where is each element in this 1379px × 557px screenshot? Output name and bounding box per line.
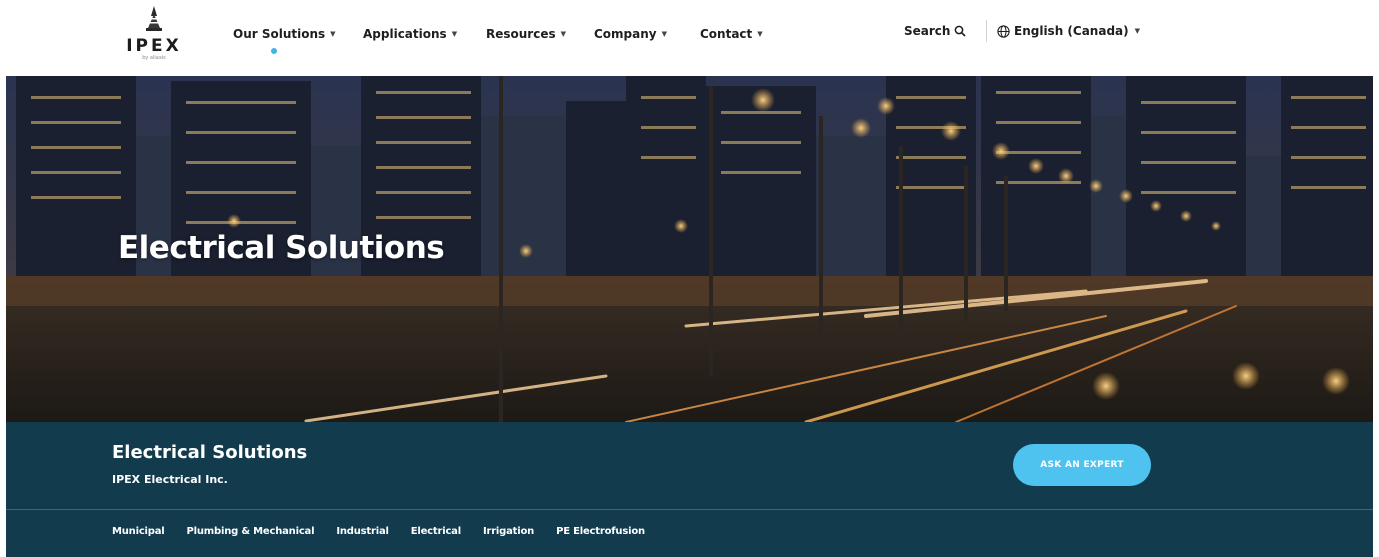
tab-municipal[interactable]: Municipal	[112, 526, 165, 537]
search-icon	[955, 25, 967, 37]
band-divider	[6, 509, 1373, 510]
section-title: Electrical Solutions	[112, 442, 308, 463]
nav-company[interactable]: Company ▼	[594, 24, 700, 44]
logo-tagline: by aliaxis	[142, 55, 166, 61]
nav-label: Company	[594, 27, 657, 41]
tab-pe-electrofusion[interactable]: PE Electrofusion	[556, 526, 645, 537]
nav-label: Applications	[363, 27, 447, 41]
tab-plumbing-mechanical[interactable]: Plumbing & Mechanical	[187, 526, 315, 537]
solutions-subnav: Municipal Plumbing & Mechanical Industri…	[112, 526, 667, 537]
ask-an-expert-button[interactable]: ASK AN EXPERT	[1013, 444, 1151, 486]
search-button[interactable]: Search	[904, 24, 967, 38]
tab-industrial[interactable]: Industrial	[336, 526, 389, 537]
chevron-down-icon: ▼	[451, 30, 458, 38]
nav-resources[interactable]: Resources ▼	[486, 24, 594, 44]
hero-title: Electrical Solutions	[118, 230, 445, 266]
chevron-down-icon: ▼	[757, 30, 763, 38]
tab-irrigation[interactable]: Irrigation	[483, 526, 534, 537]
chevron-down-icon: ▼	[330, 30, 336, 38]
solution-info-band: Electrical Solutions IPEX Electrical Inc…	[6, 422, 1373, 557]
ipex-logo[interactable]: IPEX by aliaxis	[112, 6, 196, 66]
chevron-down-icon: ▼	[1134, 27, 1141, 35]
nav-contact[interactable]: Contact ▼	[700, 24, 800, 44]
nav-label: Our Solutions	[233, 27, 326, 41]
nav-applications[interactable]: Applications ▼	[363, 24, 486, 44]
site-header: IPEX by aliaxis Our Solutions ▼ Applicat…	[0, 0, 1379, 76]
chevron-down-icon: ▼	[560, 30, 567, 38]
globe-icon	[997, 24, 1010, 38]
language-label: English (Canada)	[1014, 24, 1129, 38]
nav-label: Contact	[700, 27, 753, 41]
nav-our-solutions[interactable]: Our Solutions ▼	[233, 24, 363, 54]
main-nav: Our Solutions ▼ Applications ▼ Resources…	[233, 24, 800, 54]
search-label: Search	[904, 24, 951, 38]
language-selector[interactable]: English (Canada) ▼	[997, 24, 1140, 38]
logo-wordmark: IPEX	[126, 36, 182, 56]
tab-electrical[interactable]: Electrical	[411, 526, 461, 537]
hero-banner: Electrical Solutions	[6, 76, 1373, 422]
nav-label: Resources	[486, 27, 556, 41]
section-subtitle: IPEX Electrical Inc.	[112, 473, 228, 486]
chevron-down-icon: ▼	[661, 30, 667, 38]
header-divider	[986, 20, 987, 42]
active-indicator-dot	[271, 48, 277, 54]
logo-mark-icon	[146, 6, 162, 31]
